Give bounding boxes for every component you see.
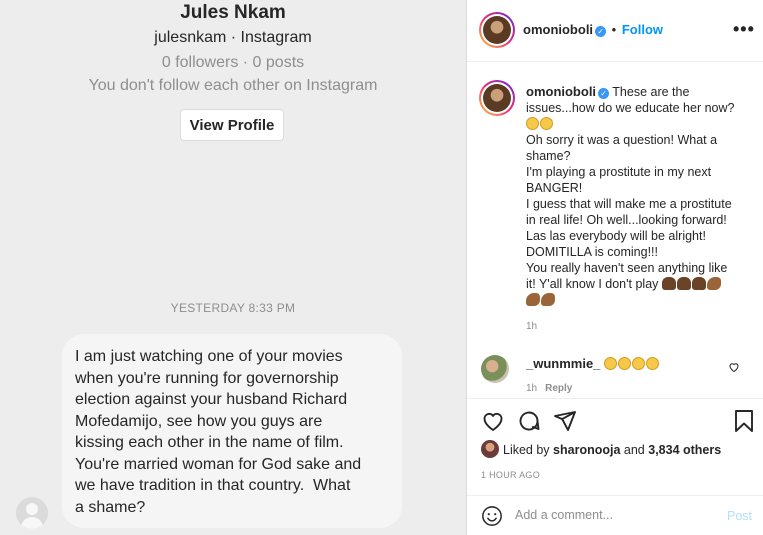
profile-handle: julesnkam · Instagram — [154, 29, 312, 46]
post-comment-button[interactable]: Post — [727, 509, 752, 523]
reply-button[interactable]: Reply — [545, 383, 572, 394]
caption-line: Oh sorry it was a question! What a — [526, 133, 718, 147]
sender-avatar[interactable] — [16, 497, 48, 529]
post-header: omonioboli ✓ • Follow ••• — [467, 0, 763, 62]
message-line: a shame? — [75, 498, 146, 516]
message-line: I am just watching one of your movies — [75, 348, 343, 365]
message-line: Mofedamijo, see how you guys are — [75, 412, 323, 430]
separator-dot: • — [611, 22, 617, 37]
liker-username[interactable]: sharonooja — [553, 443, 620, 457]
caption-line: shame? — [526, 149, 571, 163]
comment-bubble-icon[interactable] — [517, 409, 541, 433]
follow-status-note: You don't follow each other on Instagram — [88, 77, 378, 94]
caption-line: DOMITILLA is coming!!! — [526, 245, 658, 259]
laughing-face-emoji-icon — [645, 357, 659, 370]
author-username[interactable]: omonioboli — [523, 22, 593, 37]
comment-like-heart-icon[interactable] — [728, 361, 740, 373]
caption-line: You really haven't seen anything like — [526, 261, 728, 275]
post-actions — [467, 398, 763, 442]
verified-badge-icon: ✓ — [598, 88, 610, 99]
caption-text: These are the — [612, 85, 690, 99]
caption-line: I'm playing a prostitute in my next — [526, 165, 712, 179]
caption-line: BANGER! — [526, 181, 583, 195]
caption-line: it! Y'all know I don't play — [526, 277, 659, 291]
likes-count[interactable]: 3,834 others — [648, 443, 721, 457]
message-line: election against your husband Richard — [75, 391, 348, 408]
folded-hands-emoji-icon — [676, 277, 691, 290]
post-author: omonioboli ✓ • Follow — [523, 22, 663, 37]
message-timestamp: YESTERDAY 8:33 PM — [170, 301, 296, 315]
liker-avatar[interactable] — [481, 440, 499, 458]
commenter-avatar[interactable] — [481, 355, 509, 383]
laughing-face-emoji-icon — [617, 357, 631, 370]
profile-stats: 0 followers · 0 posts — [161, 54, 305, 71]
comment-input[interactable] — [515, 504, 715, 526]
folded-hands-emoji-icon — [691, 277, 706, 290]
caption-line: I guess that will make me a prostitute — [526, 197, 732, 211]
like-heart-icon[interactable] — [481, 409, 505, 433]
message-line: kissing each other in the name of film. — [75, 434, 344, 451]
dm-panel: Jules Nkam julesnkam · Instagram 0 follo… — [0, 0, 466, 535]
message-line: when you're running for governorship — [75, 369, 339, 387]
caption-line: Las las everybody will be alright! — [526, 229, 706, 243]
message-bubble: I am just watching one of your movies wh… — [62, 334, 402, 528]
caption-username[interactable]: omonioboli — [526, 84, 596, 99]
caption-author-avatar[interactable] — [479, 80, 515, 116]
caption-line: issues...how do we educate her now? — [526, 101, 735, 115]
comment-text: _wunmmie_ — [526, 356, 660, 371]
flexed-biceps-emoji-icon — [706, 277, 721, 290]
liked-and: and — [623, 443, 645, 457]
share-send-icon[interactable] — [553, 409, 577, 433]
emoji-picker-icon[interactable] — [481, 505, 503, 527]
post-panel: omonioboli ✓ • Follow ••• omonioboli ✓ The… — [467, 0, 763, 535]
follow-button[interactable]: Follow — [622, 22, 663, 37]
comment-meta: 1h Reply — [526, 383, 572, 394]
more-options-icon[interactable]: ••• — [733, 19, 755, 40]
weary-face-emoji-icon — [526, 117, 539, 130]
laughing-face-emoji-icon — [631, 357, 645, 370]
caption-time: 1h — [526, 321, 538, 332]
author-avatar[interactable] — [479, 12, 515, 48]
grimacing-face-emoji-icon — [540, 117, 553, 130]
folded-hands-emoji-icon — [661, 277, 676, 290]
post-time: 1 HOUR AGO — [481, 470, 541, 480]
likes-summary: Liked by sharonooja and 3,834 others — [481, 440, 721, 458]
laughing-face-emoji-icon — [603, 357, 617, 370]
caption-line: in real life! Oh well...looking forward! — [526, 213, 727, 227]
post-caption: omonioboli ✓ These are the issues...how d… — [526, 84, 754, 308]
profile-name: Jules Nkam — [180, 2, 286, 23]
message-line: we have tradition in that country. What — [75, 477, 351, 494]
view-profile-button[interactable]: View Profile — [180, 109, 284, 141]
add-comment-bar: Post — [467, 495, 763, 535]
save-bookmark-icon[interactable] — [733, 409, 755, 433]
flexed-biceps-emoji-icon — [526, 293, 540, 306]
message-line: You're married woman for God sake and — [75, 455, 362, 473]
comment-time: 1h — [526, 383, 538, 394]
flexed-biceps-emoji-icon — [541, 293, 555, 306]
verified-badge-icon: ✓ — [595, 26, 607, 37]
commenter-username[interactable]: _wunmmie_ — [526, 356, 600, 371]
liked-prefix: Liked by — [503, 443, 550, 457]
